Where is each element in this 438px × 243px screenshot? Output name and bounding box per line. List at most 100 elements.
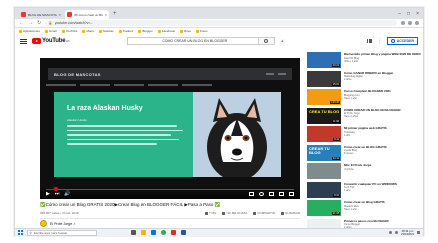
recommended-video[interactable]: CREAR TU BLOG 14:11 Cómo crear un BLOG GRA… — [307, 144, 421, 162]
channel-row[interactable]: El Profe Jorge ✓ — [40, 220, 76, 227]
clock[interactable]: 08:39 p.m. 23/03/2021 — [401, 230, 414, 236]
edge-icon[interactable] — [150, 230, 156, 235]
channel-name[interactable]: El Profe Jorge ✓ — [50, 222, 76, 226]
search-box[interactable]: COMO CREAR UN BLOG EN BLOGGER — [126, 37, 275, 45]
bookmark-item[interactable]: Aplicaciones — [19, 29, 40, 33]
tab-close-icon[interactable]: × — [59, 12, 61, 17]
recommended-video[interactable]: 10:24 Bienvenido primer Blog y página WEB… — [307, 52, 421, 69]
settings-icon[interactable] — [259, 192, 264, 196]
recommended-video[interactable]: CREA TU BLOG 11:08 CÓMO CREAR UN BLOG EN B… — [307, 107, 421, 125]
taskbar-search[interactable]: ⚲ Escribe aquí para buscar — [26, 229, 97, 236]
bookmark-item[interactable]: YouTube — [61, 29, 77, 33]
apps-grid-icon[interactable] — [366, 38, 372, 44]
app-icon[interactable] — [170, 230, 176, 235]
action-dislike-button[interactable]: NO ME GUSTA — [222, 211, 247, 215]
bookmark-label: Gmail — [48, 29, 57, 33]
bookmark-folder-icon — [61, 29, 65, 33]
recommended-video[interactable]: 8:32 Convertir cualquier PC en WINDOWS Tec… — [307, 181, 421, 199]
recommended-video[interactable]: 15:02 Cómo GANAR DINERO en Blogger Marketi… — [307, 70, 421, 88]
more-options-icon[interactable]: ⋮ — [377, 38, 382, 44]
video-title: ✅Cómo crear un Blog GRATIS 2020▶Crear Bl… — [40, 202, 221, 207]
volume-tray-icon[interactable] — [395, 231, 399, 234]
word-icon[interactable] — [180, 230, 186, 235]
video-thumbnail[interactable]: 1:20:45 — [307, 89, 341, 105]
bookmark-label: Blogger — [142, 29, 153, 33]
video-thumbnail[interactable]: 21:18 — [307, 200, 341, 216]
extension-icon[interactable] — [408, 21, 412, 25]
bookmark-item[interactable]: Noticias — [98, 29, 114, 33]
url-field[interactable]: 🔒 youtube.com/watch?v=... — [45, 20, 397, 26]
bookmark-item[interactable]: Maps — [82, 29, 94, 33]
url-text: youtube.com/watch?v=... — [54, 21, 94, 25]
video-thumbnail[interactable]: 15:02 — [307, 70, 341, 87]
action-save-button[interactable]: GUARDAR — [280, 211, 300, 215]
thumbnail-text: CREA TU BLOG — [309, 108, 340, 114]
progress-bar[interactable] — [46, 187, 294, 191]
notifications-icon[interactable] — [417, 231, 420, 234]
sign-in-button[interactable]: ACCEDER — [386, 37, 418, 45]
volume-icon[interactable]: 🔊 — [64, 191, 70, 197]
maximize-icon[interactable]: □ — [407, 10, 410, 19]
play-icon[interactable]: ▶ — [46, 191, 50, 197]
reload-icon[interactable]: ↻ — [37, 20, 41, 26]
video-player[interactable]: BLOG DE MASCOTAS La raza Alaskan Husky A… — [40, 58, 300, 199]
forward-icon[interactable]: → — [28, 20, 33, 26]
video-thumbnail[interactable] — [307, 163, 341, 179]
video-thumbnail[interactable]: CREAR TU BLOG 14:11 — [307, 144, 341, 161]
theater-icon[interactable] — [279, 192, 284, 196]
miniplayer-icon[interactable] — [269, 192, 274, 196]
bookmark-item[interactable]: Fotos — [195, 29, 208, 33]
action-share-button[interactable]: COMPARTIR — [253, 211, 275, 215]
bookmark-item[interactable]: Drive — [179, 29, 191, 33]
video-thumbnail[interactable]: 8:32 — [307, 181, 341, 198]
close-window-icon[interactable]: × — [416, 10, 419, 19]
bookmark-item[interactable]: Blogger — [138, 29, 153, 33]
bookmark-star-icon[interactable] — [401, 21, 405, 25]
search-input[interactable]: COMO CREAR UN BLOG EN BLOGGER — [128, 39, 258, 43]
back-icon[interactable]: ← — [19, 20, 24, 26]
browser-tab-youtube[interactable]: (8) Como crear un Blog EN BLOGGER × — [65, 10, 109, 19]
action-label: COMPARTIR — [257, 211, 275, 215]
bookmark-folder-icon — [179, 29, 183, 33]
windows-start-icon[interactable] — [18, 230, 23, 235]
bookmark-label: Fotos — [199, 29, 208, 33]
taskbar-apps — [130, 230, 186, 235]
microphone-icon[interactable]: ● — [279, 38, 285, 44]
next-icon[interactable]: ⏭ — [55, 191, 60, 197]
task-view-icon[interactable] — [130, 230, 136, 235]
action-like-button[interactable]: 7 MIL — [204, 211, 216, 215]
fullscreen-icon[interactable] — [289, 192, 294, 196]
recommended-video[interactable]: Mix: El Profe Jorge YouTube — [307, 163, 421, 180]
bookmark-folder-icon — [44, 29, 48, 33]
bookmark-item[interactable]: Gmail — [44, 29, 57, 33]
bookmark-label: Drive — [183, 29, 191, 33]
bookmark-item[interactable]: Facebook — [157, 29, 175, 33]
subtitles-icon[interactable] — [249, 192, 254, 196]
bookmark-label: Facebook — [161, 29, 175, 33]
hamburger-menu-icon[interactable] — [20, 38, 27, 44]
channel-avatar[interactable] — [40, 220, 47, 227]
tab-label: (8) Como crear un Blog EN BLOGGER — [74, 12, 103, 17]
bookmark-item[interactable]: Traducir — [118, 29, 133, 33]
recommended-video[interactable]: 21:18 Cómo crear un Blog GRATIS Maestro We… — [307, 200, 421, 217]
bookmark-label: Maps — [86, 29, 94, 33]
recommendations-sidebar: 10:24 Bienvenido primer Blog y página WEB… — [307, 52, 421, 237]
youtube-logo[interactable]: YouTube ES — [32, 38, 70, 44]
new-tab-button[interactable]: + — [113, 10, 117, 19]
tab-close-icon[interactable]: × — [105, 12, 107, 17]
bookmark-folder-icon — [195, 29, 199, 33]
file-explorer-icon[interactable] — [140, 230, 146, 235]
video-thumbnail[interactable]: 10:24 — [307, 52, 341, 68]
chrome-icon[interactable] — [160, 230, 166, 235]
search-button[interactable] — [257, 38, 274, 44]
tab-favicon-icon — [21, 12, 26, 17]
minimize-icon[interactable]: – — [398, 10, 401, 19]
recommended-video[interactable]: 1:20:45 Curso Completo BLOGGER 2021 Bloggi… — [307, 89, 421, 106]
recommended-video[interactable]: 9:41 Mi primer página web GRATIS Tutoriale… — [307, 126, 421, 143]
network-icon[interactable] — [389, 231, 393, 234]
video-thumbnail[interactable]: 9:41 — [307, 126, 341, 142]
browser-tab-blog[interactable]: BLOG DE MASCOTAS - (8) Crear Blog Gratis… — [19, 10, 63, 19]
profile-icon[interactable] — [415, 21, 419, 25]
video-thumbnail[interactable]: CREA TU BLOG 11:08 — [307, 107, 341, 124]
bookmark-folder-icon — [19, 29, 22, 33]
